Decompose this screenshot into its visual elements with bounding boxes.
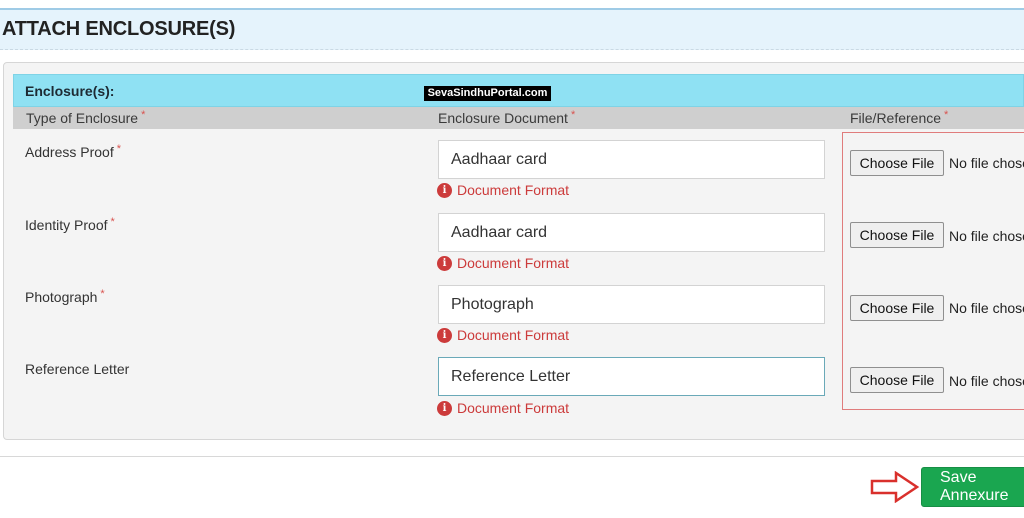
required-asterisk: *	[116, 143, 121, 155]
choose-file-button[interactable]: Choose File	[850, 295, 944, 321]
file-status: No file chosen	[949, 155, 1024, 171]
row-label-identity-proof: Identity Proof *	[25, 216, 115, 233]
column-header-type: Type of Enclosure *	[26, 109, 146, 126]
info-circle-icon: i	[437, 327, 452, 343]
info-circle-icon: i	[437, 182, 452, 198]
required-asterisk: *	[100, 288, 105, 300]
row-label-photograph: Photograph *	[25, 288, 105, 305]
enclosure-document-input[interactable]	[438, 140, 825, 179]
required-asterisk: *	[944, 109, 949, 121]
page-title: ATTACH ENCLOSURE(S)	[2, 18, 236, 40]
column-header-document: Enclosure Document *	[438, 109, 576, 126]
file-status: No file chosen	[949, 373, 1024, 389]
document-format-link[interactable]: i Document Format	[437, 400, 569, 416]
column-header-file: File/Reference *	[850, 109, 949, 126]
row-label-reference-letter: Reference Letter	[25, 361, 130, 377]
choose-file-button[interactable]: Choose File	[850, 367, 944, 393]
required-asterisk: *	[141, 109, 146, 121]
info-circle-icon: i	[437, 255, 452, 271]
document-format-link[interactable]: i Document Format	[437, 327, 569, 343]
enclosure-document-input[interactable]	[438, 357, 825, 396]
enclosure-document-input[interactable]	[438, 285, 825, 324]
info-circle-icon: i	[437, 400, 452, 416]
enclosure-document-input[interactable]	[438, 213, 825, 252]
required-asterisk: *	[110, 216, 115, 228]
column-header-bar: Type of Enclosure * Enclosure Document * F…	[13, 107, 1024, 129]
choose-file-button[interactable]: Choose File	[850, 150, 944, 176]
watermark: SevaSindhuPortal.com	[424, 86, 551, 101]
panel-title: Enclosure(s):	[25, 83, 115, 99]
document-format-link[interactable]: i Document Format	[437, 182, 569, 198]
document-format-link[interactable]: i Document Format	[437, 255, 569, 271]
required-asterisk: *	[570, 109, 576, 121]
choose-file-button[interactable]: Choose File	[850, 222, 944, 248]
save-annexure-button[interactable]: Save Annexure	[921, 467, 1024, 507]
right-arrow-icon	[870, 471, 920, 503]
footer-divider	[0, 456, 1024, 457]
file-status: No file chosen	[949, 300, 1024, 316]
row-label-address-proof: Address Proof *	[25, 143, 121, 160]
file-status: No file chosen	[949, 228, 1024, 244]
page-header: ATTACH ENCLOSURE(S)	[0, 8, 1024, 50]
